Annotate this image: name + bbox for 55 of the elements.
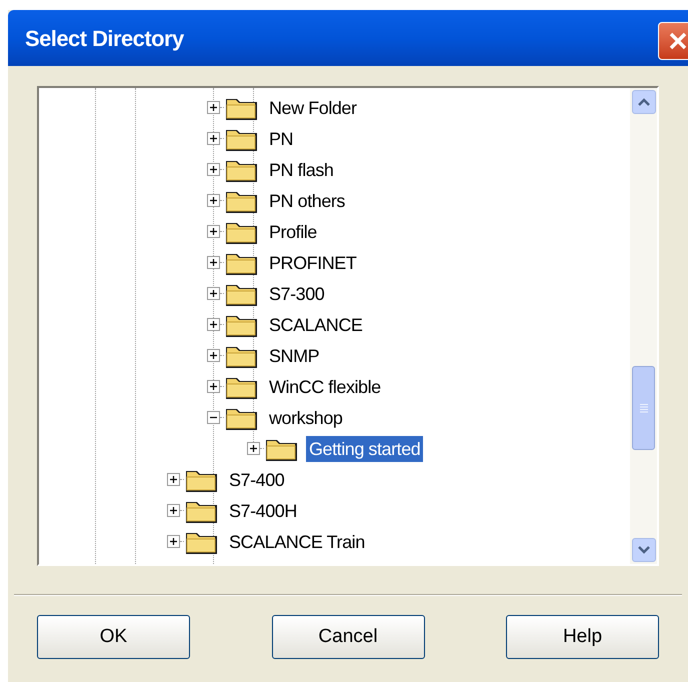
scroll-down-button[interactable] <box>632 538 656 562</box>
dialog-button[interactable]: OK <box>37 615 190 659</box>
grip-icon <box>638 403 648 413</box>
plus-icon <box>209 320 218 329</box>
dialog-button[interactable]: Help <box>506 615 659 659</box>
plus-icon <box>209 134 218 143</box>
folder-item[interactable]: PN others <box>266 188 348 214</box>
expand-toggle[interactable] <box>207 287 220 300</box>
folder-item[interactable]: SCALANCE <box>266 312 366 338</box>
close-button[interactable] <box>658 22 688 60</box>
expand-toggle[interactable] <box>167 504 180 517</box>
plus-icon <box>169 537 178 546</box>
folder-item[interactable]: Getting started <box>306 436 424 462</box>
expand-toggle[interactable] <box>167 473 180 486</box>
plus-icon <box>209 258 218 267</box>
folder-item[interactable]: WinCC flexible <box>266 374 384 400</box>
window-title: Select Directory <box>25 24 184 53</box>
plus-icon <box>209 227 218 236</box>
scroll-thumb[interactable] <box>632 366 655 450</box>
folder-item[interactable]: SCALANCE Train <box>226 528 368 554</box>
folder-item[interactable]: PN <box>266 126 296 152</box>
expand-toggle[interactable] <box>207 349 220 362</box>
plus-icon <box>169 475 178 484</box>
folder-item[interactable]: PN flash <box>266 156 336 182</box>
scroll-up-button[interactable] <box>632 90 656 114</box>
folder-item[interactable]: workshop <box>266 404 346 430</box>
expand-toggle[interactable] <box>207 101 220 114</box>
plus-icon <box>209 289 218 298</box>
folder-item[interactable]: SNMP <box>266 342 322 368</box>
collapse-toggle[interactable] <box>207 411 220 424</box>
expand-toggle[interactable] <box>207 318 220 331</box>
expand-toggle[interactable] <box>247 442 260 455</box>
expand-toggle[interactable] <box>207 225 220 238</box>
dialog-button[interactable]: Cancel <box>272 615 424 659</box>
plus-icon <box>209 382 218 391</box>
folder-item[interactable]: S7-300 <box>266 280 328 306</box>
scrollbar[interactable] <box>630 88 657 564</box>
expand-toggle[interactable] <box>167 535 180 548</box>
expand-toggle[interactable] <box>207 132 220 145</box>
folder-item[interactable]: S7-400H <box>226 498 300 524</box>
folder-item[interactable]: Profile <box>266 218 320 244</box>
expand-toggle[interactable] <box>207 380 220 393</box>
folder-item[interactable]: New Folder <box>266 94 360 120</box>
folder-item[interactable]: S7-400 <box>226 466 288 492</box>
plus-icon <box>209 165 218 174</box>
plus-icon <box>169 506 178 515</box>
plus-icon <box>249 444 258 453</box>
folder-item[interactable]: PROFINET <box>266 250 360 276</box>
expand-toggle[interactable] <box>207 256 220 269</box>
plus-icon <box>209 196 218 205</box>
plus-icon <box>209 103 218 112</box>
close-icon <box>667 30 688 52</box>
expand-toggle[interactable] <box>207 163 220 176</box>
plus-icon <box>209 351 218 360</box>
expand-toggle[interactable] <box>207 194 220 207</box>
